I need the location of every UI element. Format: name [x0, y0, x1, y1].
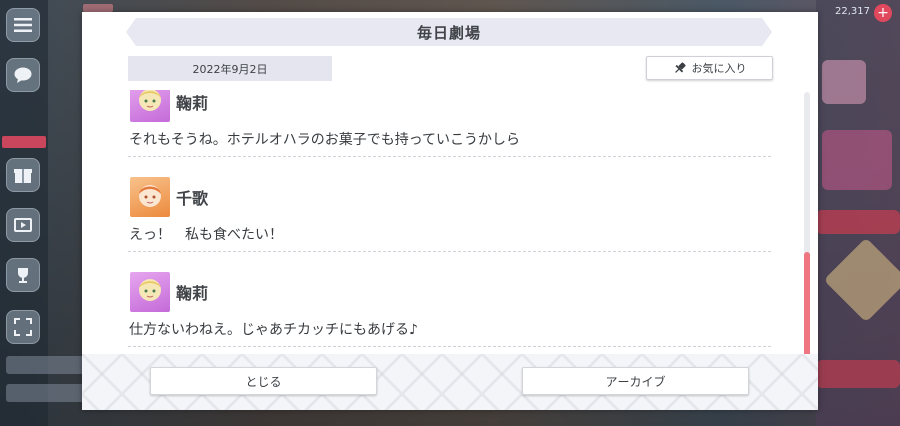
gift-icon[interactable] — [6, 158, 40, 192]
log-entry: 鞠莉 それもそうね。ホテルオハラのお菓子でも持っていこうかしら — [128, 90, 771, 157]
rail-label-deco — [6, 356, 86, 374]
favorite-label: お気に入り — [691, 62, 747, 75]
dialogue-text: えっ！ 私も食べたい！ — [129, 227, 283, 243]
speaker-row: 鞠莉 — [128, 270, 771, 314]
theater-log[interactable]: 鞠莉 それもそうね。ホテルオハラのお菓子でも持っていこうかしら 千歌 えっ！ 私… — [128, 90, 771, 360]
menu-icon[interactable] — [6, 8, 40, 42]
right-menu-decoration — [816, 0, 900, 426]
date-label: 2022年9月2日 — [128, 56, 332, 81]
left-menu-rail — [0, 0, 86, 426]
currency-counter: 22,317 — [835, 6, 870, 17]
deco-tile — [823, 237, 900, 323]
scrollbar-track[interactable] — [804, 92, 810, 368]
dialogue-text: 仕方ないわねえ。じゃあチカッチにもあげる♪ — [129, 322, 418, 338]
entry-divider — [128, 346, 771, 347]
fullscreen-icon[interactable] — [6, 310, 40, 344]
log-entry: 千歌 えっ！ 私も食べたい！ — [128, 175, 771, 252]
deco-tile — [822, 130, 892, 190]
speaker-avatar — [128, 270, 172, 314]
entry-divider — [128, 251, 771, 252]
scrollbar-thumb[interactable] — [804, 252, 810, 368]
favorite-button[interactable]: お気に入り — [646, 56, 773, 80]
new-badge — [2, 136, 46, 148]
deco-tile — [816, 210, 900, 234]
speaker-avatar — [128, 175, 172, 219]
video-icon[interactable] — [6, 208, 40, 242]
dialogue-text: それもそうね。ホテルオハラのお菓子でも持っていこうかしら — [129, 132, 521, 148]
speaker-name: 鞠莉 — [176, 94, 209, 113]
pin-icon — [673, 61, 687, 75]
add-currency-button[interactable]: + — [874, 4, 892, 22]
daily-theater-dialog: 毎日劇場 2022年9月2日 お気に入り 鞠莉 それもそうね。ホテルオハラのお菓… — [82, 12, 818, 410]
dialog-title: 毎日劇場 — [416, 23, 481, 42]
archive-button[interactable]: アーカイブ — [522, 367, 749, 395]
speaker-avatar — [128, 90, 172, 124]
close-button[interactable]: とじる — [150, 367, 377, 395]
chat-icon[interactable] — [6, 58, 40, 92]
speaker-name: 鞠莉 — [176, 284, 209, 303]
speaker-name: 千歌 — [176, 189, 209, 208]
top-tab-decoration — [83, 4, 113, 12]
deco-tile — [822, 60, 866, 104]
trophy-icon[interactable] — [6, 258, 40, 292]
speaker-row: 鞠莉 — [128, 90, 771, 124]
title-banner: 毎日劇場 — [126, 18, 772, 46]
deco-tile — [816, 360, 900, 388]
rail-label-deco — [6, 384, 86, 402]
dialog-footer: とじる アーカイブ — [82, 354, 818, 410]
entry-divider — [128, 156, 771, 157]
log-entry: 鞠莉 仕方ないわねえ。じゃあチカッチにもあげる♪ — [128, 270, 771, 347]
speaker-row: 千歌 — [128, 175, 771, 219]
